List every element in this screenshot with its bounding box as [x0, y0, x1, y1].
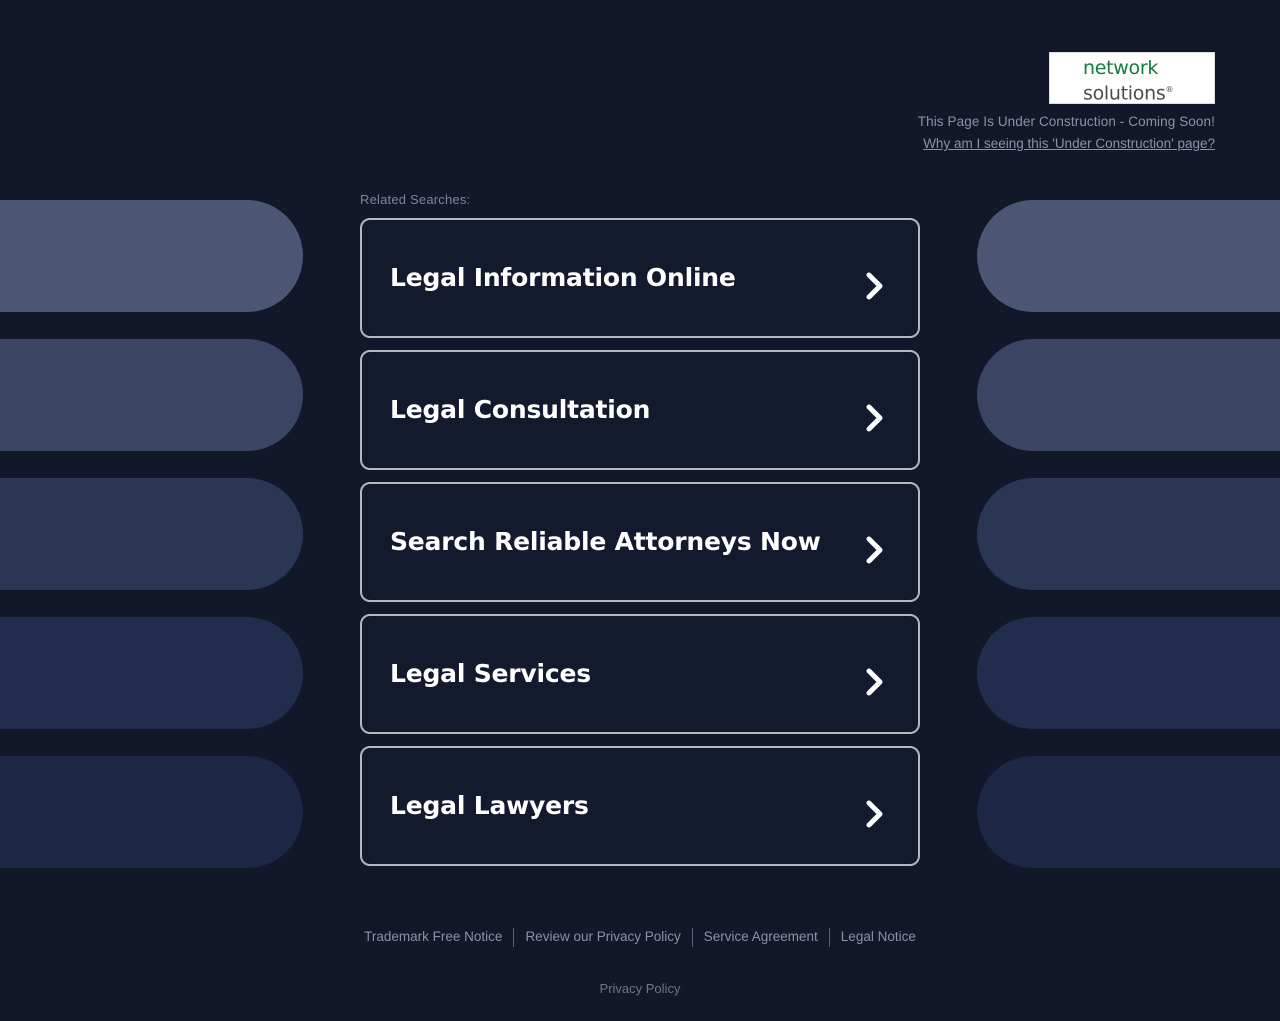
decorative-pills-right: [977, 0, 1280, 1021]
footer-link[interactable]: Legal Notice: [830, 927, 927, 947]
related-search-card[interactable]: Legal Services: [360, 614, 920, 734]
related-search-card-title: Legal Consultation: [390, 395, 651, 424]
footer-link[interactable]: Trademark Free Notice: [353, 927, 513, 947]
decorative-pills-left: [0, 0, 303, 1021]
decorative-pill-left-5: [0, 756, 303, 868]
related-search-card[interactable]: Legal Consultation: [360, 350, 920, 470]
decorative-pill-left-3: [0, 478, 303, 590]
logo-text-solutions: solutions®: [1083, 82, 1174, 105]
chevron-right-icon: [862, 269, 888, 303]
related-search-card[interactable]: Search Reliable Attorneys Now: [360, 482, 920, 602]
decorative-pill-right-1: [977, 200, 1280, 312]
chevron-right-icon: [862, 797, 888, 831]
chevron-right-icon: [862, 533, 888, 567]
footer-links: Trademark Free Notice Review our Privacy …: [353, 927, 927, 947]
privacy-policy-link[interactable]: Privacy Policy: [0, 981, 1280, 996]
decorative-pill-right-3: [977, 478, 1280, 590]
related-searches-list: Legal Information Online Legal Consultati…: [360, 218, 920, 866]
decorative-pill-left-1: [0, 200, 303, 312]
related-search-card-title: Legal Information Online: [390, 263, 736, 292]
related-searches-label: Related Searches:: [360, 192, 471, 207]
footer-link[interactable]: Review our Privacy Policy: [514, 927, 691, 947]
logo-text-network: network: [1083, 57, 1159, 79]
decorative-pill-left-4: [0, 617, 303, 729]
chevron-right-icon: [862, 401, 888, 435]
related-search-card[interactable]: Legal Information Online: [360, 218, 920, 338]
decorative-pill-right-5: [977, 756, 1280, 868]
footer-link[interactable]: Service Agreement: [693, 927, 829, 947]
chevron-right-icon: [862, 665, 888, 699]
decorative-pill-right-4: [977, 617, 1280, 729]
registered-mark-icon: ®: [1165, 85, 1174, 94]
related-search-card[interactable]: Legal Lawyers: [360, 746, 920, 866]
main-content: Related Searches: Legal Information Onli…: [360, 0, 920, 878]
page-footer: Trademark Free Notice Review our Privacy …: [0, 927, 1280, 996]
related-search-card-title: Legal Lawyers: [390, 791, 589, 820]
related-search-card-title: Legal Services: [390, 659, 591, 688]
decorative-pill-right-2: [977, 339, 1280, 451]
decorative-pill-left-2: [0, 339, 303, 451]
related-search-card-title: Search Reliable Attorneys Now: [390, 527, 821, 556]
network-solutions-logo: network solutions®: [1049, 52, 1215, 104]
